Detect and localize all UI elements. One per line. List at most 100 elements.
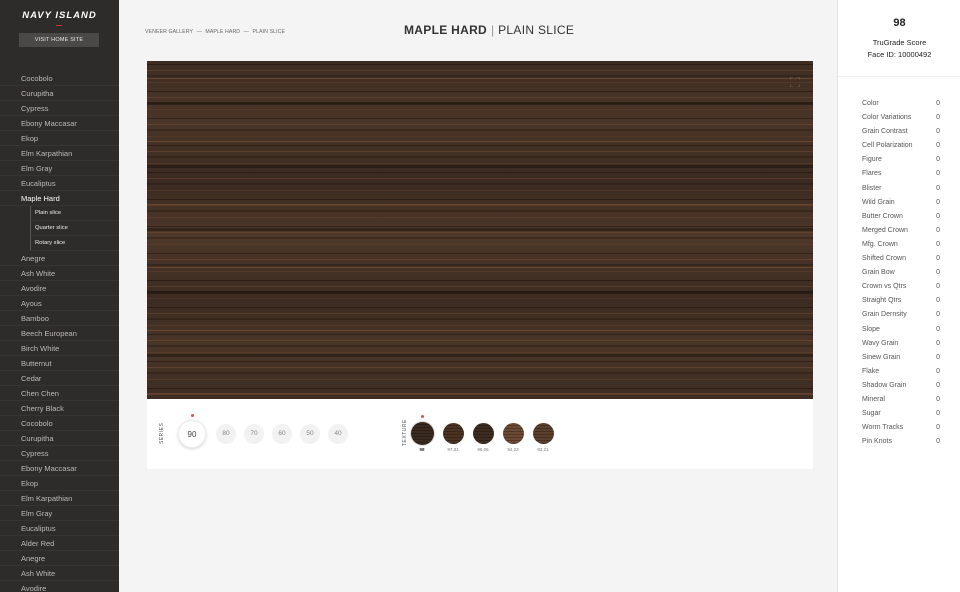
brand-logo[interactable]: NAVY ISLAND bbox=[0, 10, 119, 21]
sidebar-item[interactable]: Ash White bbox=[0, 566, 119, 581]
texture-swatch[interactable] bbox=[410, 421, 434, 445]
sidebar-item[interactable]: Anegre bbox=[0, 551, 119, 566]
texture-swatch[interactable] bbox=[442, 422, 464, 444]
sidebar-item-active[interactable]: Maple Hard bbox=[0, 191, 119, 206]
attribute-row: Grain Dernsity 0 bbox=[862, 308, 940, 322]
sidebar-item[interactable]: Ekop bbox=[0, 476, 119, 491]
attribute-value: 0 bbox=[936, 311, 940, 319]
breadcrumb-maple-hard[interactable]: MAPLE HARD bbox=[205, 29, 240, 35]
attribute-value: 0 bbox=[936, 198, 940, 206]
series-option-60[interactable]: 60 bbox=[272, 424, 292, 444]
attribute-name: Sinew Grain bbox=[862, 353, 901, 361]
sidebar-item[interactable]: Cocobolo bbox=[0, 71, 119, 86]
attribute-name: Grain Dernsity bbox=[862, 311, 907, 319]
attribute-row: Mfg. Crown 0 bbox=[862, 238, 940, 252]
texture-score-label: 97,31 bbox=[447, 447, 459, 452]
breadcrumb-veneer-gallery[interactable]: VENEER GALLERY bbox=[145, 29, 193, 35]
sidebar-item[interactable]: Birch White bbox=[0, 341, 119, 356]
attribute-list: Color 0 Color Variations 0 Grain Contrast 0 Ce… bbox=[862, 97, 940, 449]
attribute-row: Sugar 0 bbox=[862, 407, 940, 421]
sidebar-item[interactable]: Ebony Maccasar bbox=[0, 116, 119, 131]
attribute-row: Crown vs Qtrs 0 bbox=[862, 280, 940, 294]
sidebar-subitem[interactable]: Rotary slice bbox=[30, 236, 119, 251]
texture-score-label: 93,21 bbox=[537, 447, 549, 452]
attribute-row: Figure 0 bbox=[862, 153, 940, 167]
sidebar-item[interactable]: Eucaliptus bbox=[0, 176, 119, 191]
attribute-name: Color bbox=[862, 100, 879, 107]
sidebar-item[interactable]: Beech European bbox=[0, 326, 119, 341]
sidebar-item[interactable]: Eucaliptus bbox=[0, 521, 119, 536]
attribute-row: Shifted Crown 0 bbox=[862, 252, 940, 266]
sidebar-item[interactable]: Cocobolo bbox=[0, 416, 119, 431]
texture-swatch[interactable] bbox=[472, 422, 494, 444]
page-title: MAPLE HARD | PLAIN SLICE bbox=[404, 23, 574, 37]
sidebar-item[interactable]: Ash White bbox=[0, 266, 119, 281]
sidebar-item[interactable]: Curupitha bbox=[0, 431, 119, 446]
sidebar-subitem[interactable]: Plain slice bbox=[30, 206, 119, 221]
series-option-50[interactable]: 50 bbox=[300, 424, 320, 444]
series-option-90[interactable]: 90 bbox=[178, 420, 206, 448]
sidebar-item[interactable]: Curupitha bbox=[0, 86, 119, 101]
attribute-name: Mfg. Crown bbox=[862, 240, 898, 248]
selected-indicator bbox=[420, 415, 424, 418]
attribute-name: Grain Contrast bbox=[862, 128, 908, 136]
trugrade-panel: 98 TruGrade Score Face ID: 10000492 Colo… bbox=[837, 0, 960, 592]
texture-swatch[interactable] bbox=[532, 422, 554, 444]
sidebar-item[interactable]: Cypress bbox=[0, 446, 119, 461]
attribute-name: Blister bbox=[862, 184, 882, 192]
attribute-name: Mineral bbox=[862, 395, 885, 403]
sidebar-item[interactable]: Bamboo bbox=[0, 311, 119, 326]
sidebar-item[interactable]: Elm Gray bbox=[0, 506, 119, 521]
main-content: VENEER GALLERY — MAPLE HARD — PLAIN SLIC… bbox=[119, 0, 837, 592]
brand-accent bbox=[56, 25, 62, 26]
attribute-row: Color Variations 0 bbox=[862, 111, 940, 125]
attribute-name: Straight Qtrs bbox=[862, 297, 902, 305]
expand-icon[interactable] bbox=[790, 77, 800, 87]
attribute-row: Shadow Grain 0 bbox=[862, 379, 940, 393]
breadcrumb-separator: — bbox=[196, 29, 202, 35]
attribute-value: 0 bbox=[936, 367, 940, 375]
attribute-row: Grain Contrast 0 bbox=[862, 125, 940, 139]
attribute-value: 0 bbox=[936, 438, 940, 446]
attribute-name: Butter Crown bbox=[862, 212, 903, 220]
sidebar-item[interactable]: Cherry Black bbox=[0, 401, 119, 416]
veneer-image bbox=[147, 61, 813, 399]
sidebar-item[interactable]: Avodire bbox=[0, 281, 119, 296]
sidebar-item[interactable]: Elm Gray bbox=[0, 161, 119, 176]
series-option-70[interactable]: 70 bbox=[244, 424, 264, 444]
selected-indicator bbox=[190, 414, 194, 417]
sidebar-item[interactable]: Cypress bbox=[0, 101, 119, 116]
attribute-name: Sugar bbox=[862, 410, 881, 418]
attribute-row: Color 0 bbox=[862, 97, 940, 111]
sidebar-item[interactable]: Avodire bbox=[0, 581, 119, 592]
sidebar-item[interactable]: Elm Karpathian bbox=[0, 146, 119, 161]
attribute-row: Slope 0 bbox=[862, 323, 940, 337]
sidebar-subitem[interactable]: Quarter slice bbox=[30, 221, 119, 236]
attribute-value: 0 bbox=[936, 184, 940, 192]
series-option-80[interactable]: 80 bbox=[216, 424, 236, 444]
attribute-name: Grain Bow bbox=[862, 269, 895, 277]
sidebar-item[interactable]: Elm Karpathian bbox=[0, 491, 119, 506]
sidebar-item[interactable]: Chen Chen bbox=[0, 386, 119, 401]
attribute-name: Wild Grain bbox=[862, 198, 895, 206]
attribute-row: Blister 0 bbox=[862, 182, 940, 196]
visit-home-site-button[interactable]: VISIT HOME SITE bbox=[19, 33, 99, 47]
attribute-value: 0 bbox=[936, 424, 940, 432]
sidebar-item[interactable]: Ekop bbox=[0, 131, 119, 146]
sidebar-item[interactable]: Cedar bbox=[0, 371, 119, 386]
attribute-value: 0 bbox=[936, 156, 940, 164]
sidebar-item[interactable]: Ebony Maccasar bbox=[0, 461, 119, 476]
series-option-40[interactable]: 40 bbox=[328, 424, 348, 444]
attribute-value: 0 bbox=[936, 240, 940, 248]
sidebar-item[interactable]: Butternut bbox=[0, 356, 119, 371]
sidebar-item[interactable]: Alder Red bbox=[0, 536, 119, 551]
sidebar-item[interactable]: Anegre bbox=[0, 251, 119, 266]
series-label: SERIES bbox=[159, 422, 165, 444]
species-nav: Cocobolo Curupitha Cypress Ebony Maccasar Ek… bbox=[0, 71, 119, 592]
attribute-row: Butter Crown 0 bbox=[862, 210, 940, 224]
divider bbox=[838, 76, 960, 77]
attribute-name: Merged Crown bbox=[862, 226, 908, 234]
attribute-value: 0 bbox=[936, 128, 940, 136]
texture-swatch[interactable] bbox=[502, 422, 524, 444]
sidebar-item[interactable]: Ayous bbox=[0, 296, 119, 311]
